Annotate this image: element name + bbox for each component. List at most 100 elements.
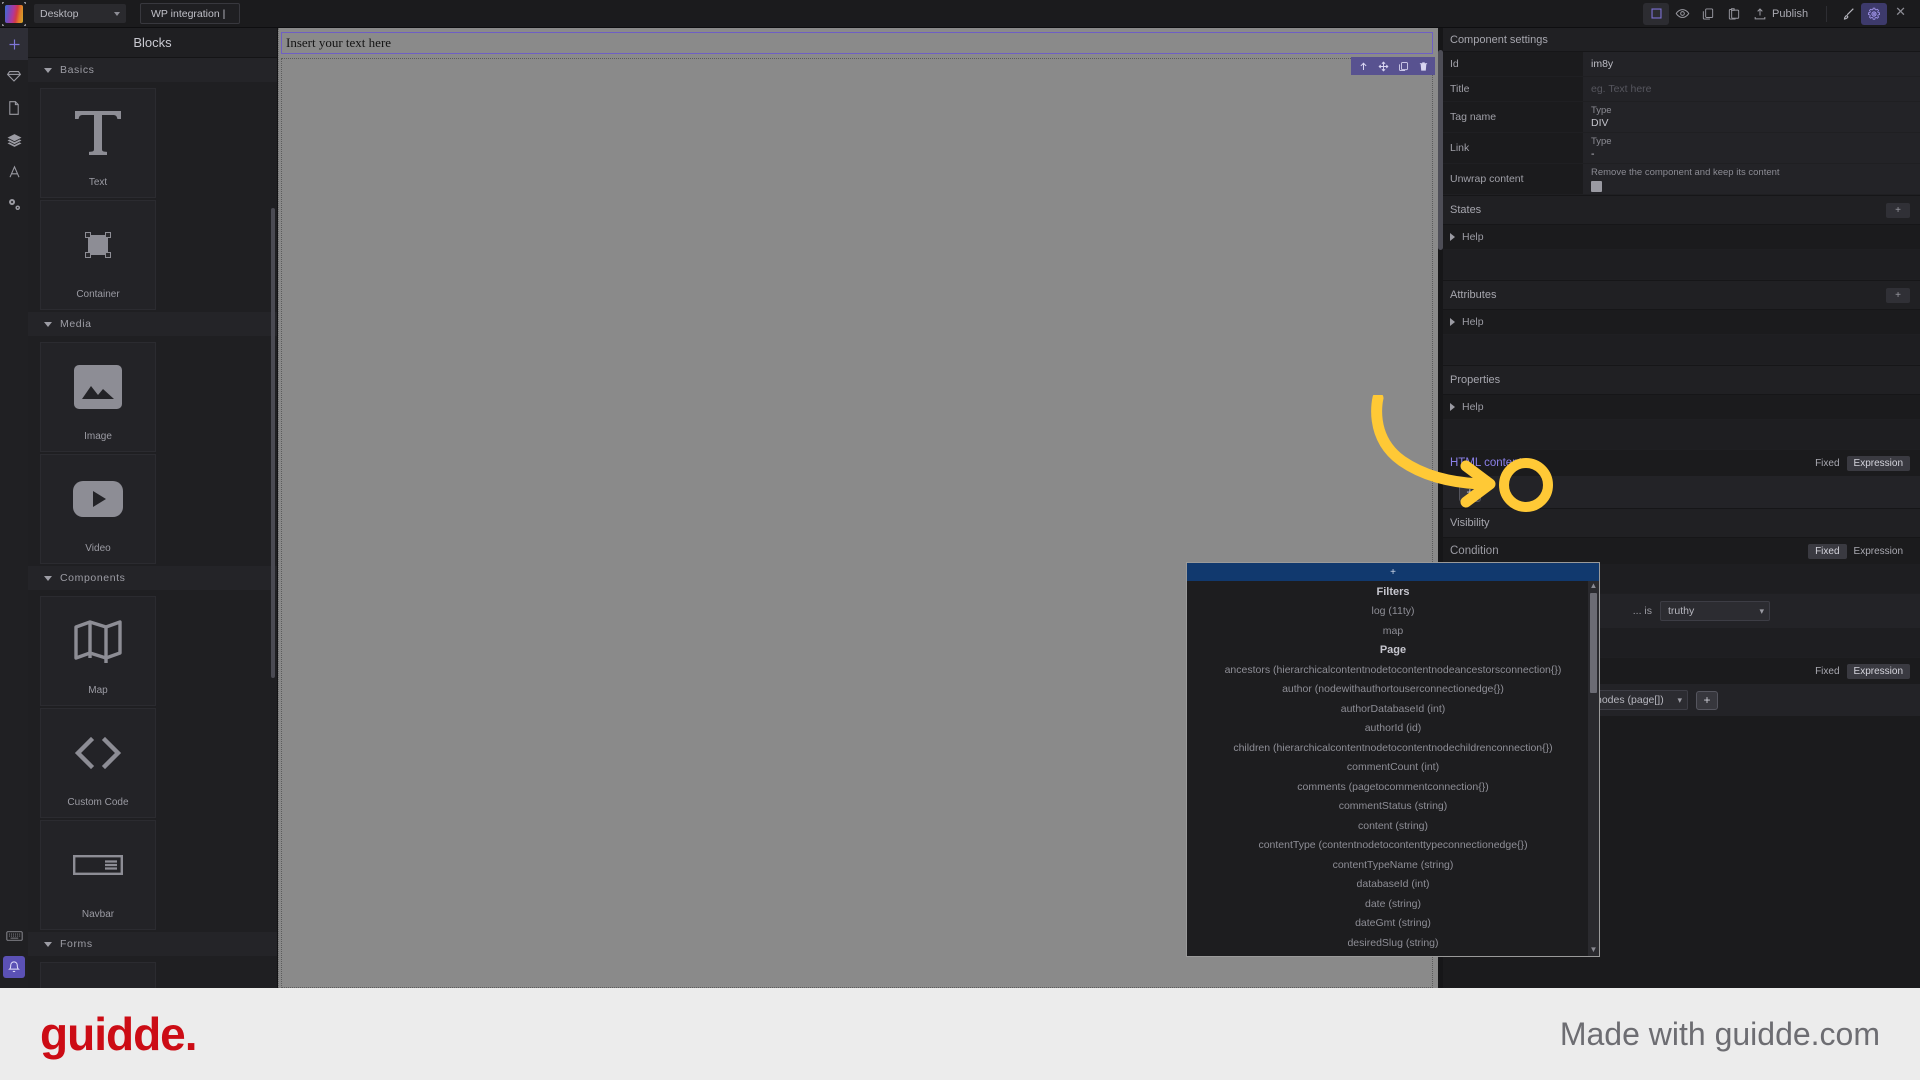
scroll-up-icon[interactable]: ▲: [1590, 581, 1598, 591]
field-control[interactable]: [1583, 77, 1920, 101]
mode-fixed-button[interactable]: Fixed: [1808, 664, 1846, 679]
mode-expression-button[interactable]: Expression: [1847, 544, 1910, 559]
id-input[interactable]: [1583, 58, 1920, 70]
layers-icon[interactable]: [0, 124, 28, 156]
autocomplete-option[interactable]: log (11ty): [1187, 602, 1599, 622]
blocks-group-forms[interactable]: Forms: [28, 932, 277, 956]
title-input[interactable]: [1583, 83, 1920, 95]
blocks-grid-basics: Text Container: [28, 82, 277, 312]
canvas-text-block[interactable]: Insert your text here: [281, 32, 1433, 54]
html-content-expression-field[interactable]: [1448, 486, 1451, 498]
scroll-down-icon[interactable]: ▼: [1590, 945, 1598, 955]
move-icon[interactable]: [1373, 57, 1393, 75]
copy-icon[interactable]: [1695, 3, 1721, 25]
autocomplete-option[interactable]: authorDatabaseId (int): [1187, 699, 1599, 719]
chevron-right-icon: [1450, 403, 1455, 411]
guidde-footer: guidde. Made with guidde.com: [0, 988, 1920, 1080]
add-icon[interactable]: [0, 28, 28, 60]
gear-icon[interactable]: [1861, 2, 1888, 25]
help-row-properties[interactable]: Help: [1438, 395, 1920, 420]
bell-icon[interactable]: [3, 956, 25, 978]
unwrap-checkbox[interactable]: [1591, 181, 1602, 192]
help-row-attributes[interactable]: Help: [1438, 310, 1920, 335]
tag-name-control[interactable]: Type DIV: [1583, 102, 1920, 132]
page-icon[interactable]: [0, 92, 28, 124]
autocomplete-option[interactable]: authorId (id): [1187, 719, 1599, 739]
autocomplete-scrollbar[interactable]: ▲ ▼: [1588, 581, 1599, 956]
truthy-select[interactable]: truthy ▾: [1660, 601, 1770, 621]
keyboard-icon[interactable]: [0, 920, 28, 952]
block-item-container[interactable]: Container: [40, 200, 156, 310]
autocomplete-option[interactable]: map: [1187, 621, 1599, 641]
autocomplete-list[interactable]: Filters log (11ty) map Page ancestors (hiera…: [1187, 581, 1599, 956]
unwrap-control[interactable]: Remove the component and keep its conten…: [1583, 164, 1920, 194]
link-control[interactable]: Type -: [1583, 133, 1920, 163]
field-control[interactable]: [1583, 52, 1920, 76]
help-label: Help: [1462, 316, 1484, 328]
repeat-mode-toggle: Fixed Expression: [1808, 663, 1910, 679]
repeat-source-select[interactable]: nodes (page[]) ▾: [1588, 690, 1688, 710]
blocks-grid-forms: Form Input: [28, 956, 277, 988]
add-state-button[interactable]: +: [1886, 202, 1910, 218]
typography-icon[interactable]: [0, 156, 28, 188]
frame-icon[interactable]: [1643, 2, 1670, 25]
chevron-down-icon: [114, 11, 120, 16]
help-row-states[interactable]: Help: [1438, 225, 1920, 250]
tag-name-value: DIV: [1591, 117, 1609, 129]
block-item-custom-code[interactable]: Custom Code: [40, 708, 156, 818]
select-parent-icon[interactable]: [1353, 57, 1373, 75]
blocks-group-basics[interactable]: Basics: [28, 58, 277, 82]
block-item-image[interactable]: Image: [40, 342, 156, 452]
autocomplete-option[interactable]: commentStatus (string): [1187, 797, 1599, 817]
block-item-map[interactable]: Map: [40, 596, 156, 706]
repeat-add-button[interactable]: +: [1696, 690, 1718, 710]
rail-bottom-group: [0, 920, 28, 982]
mode-fixed-button[interactable]: Fixed: [1808, 543, 1847, 559]
app-logo-icon[interactable]: [0, 0, 28, 28]
mode-expression-button[interactable]: Expression: [1846, 663, 1910, 679]
mode-expression-button[interactable]: Expression: [1846, 455, 1910, 471]
html-content-add-button[interactable]: +: [1458, 482, 1481, 502]
chevron-down-icon: ▾: [1759, 606, 1764, 616]
autocomplete-header[interactable]: +: [1187, 563, 1599, 581]
duplicate-icon[interactable]: [1393, 57, 1413, 75]
cogs-icon[interactable]: [0, 188, 28, 220]
block-item-form[interactable]: Form: [40, 962, 156, 988]
autocomplete-option[interactable]: date (string): [1187, 894, 1599, 914]
close-icon[interactable]: ✕: [1887, 4, 1914, 23]
add-attribute-button[interactable]: +: [1886, 287, 1910, 303]
autocomplete-option[interactable]: commentCount (int): [1187, 758, 1599, 778]
page-tab-wp-integration[interactable]: WP integration |: [140, 3, 240, 24]
field-tag-name: Tag name Type DIV: [1438, 102, 1920, 133]
autocomplete-option[interactable]: author (nodewithauthortouserconnectioned…: [1187, 680, 1599, 700]
autocomplete-option[interactable]: ancestors (hierarchicalcontentnodetocont…: [1187, 660, 1599, 680]
scrollbar-thumb[interactable]: [1590, 593, 1597, 693]
autocomplete-option[interactable]: databaseId (int): [1187, 875, 1599, 895]
autocomplete-option[interactable]: children (hierarchicalcontentnodetoconte…: [1187, 738, 1599, 758]
device-select[interactable]: Desktop: [34, 4, 126, 23]
delete-icon[interactable]: [1413, 57, 1433, 75]
block-item-video[interactable]: Video: [40, 454, 156, 564]
block-item-navbar[interactable]: Navbar: [40, 820, 156, 930]
blocks-group-media[interactable]: Media: [28, 312, 277, 336]
autocomplete-option[interactable]: content (string): [1187, 816, 1599, 836]
blocks-scrollbar[interactable]: [271, 208, 275, 678]
brush-icon[interactable]: [1835, 3, 1861, 25]
autocomplete-option[interactable]: contentType (contentnodetocontenttypecon…: [1187, 836, 1599, 856]
close-icon[interactable]: ×: [1528, 457, 1534, 469]
block-item-label: Navbar: [81, 909, 115, 920]
image-icon: [74, 343, 122, 431]
mode-fixed-button[interactable]: Fixed: [1808, 456, 1846, 471]
top-toolbar-actions: Publish ✕: [1643, 2, 1920, 25]
autocomplete-option[interactable]: comments (pagetocommentconnection{}): [1187, 777, 1599, 797]
block-item-text[interactable]: Text: [40, 88, 156, 198]
paste-icon[interactable]: [1721, 3, 1747, 25]
diamond-icon[interactable]: [0, 60, 28, 92]
blocks-panel: Blocks Basics Text Container Media Image…: [28, 28, 278, 988]
publish-button[interactable]: Publish: [1747, 7, 1818, 21]
autocomplete-option[interactable]: dateGmt (string): [1187, 914, 1599, 934]
eye-icon[interactable]: [1669, 3, 1695, 25]
blocks-group-components[interactable]: Components: [28, 566, 277, 590]
autocomplete-option[interactable]: desiredSlug (string): [1187, 933, 1599, 953]
autocomplete-option[interactable]: contentTypeName (string): [1187, 855, 1599, 875]
